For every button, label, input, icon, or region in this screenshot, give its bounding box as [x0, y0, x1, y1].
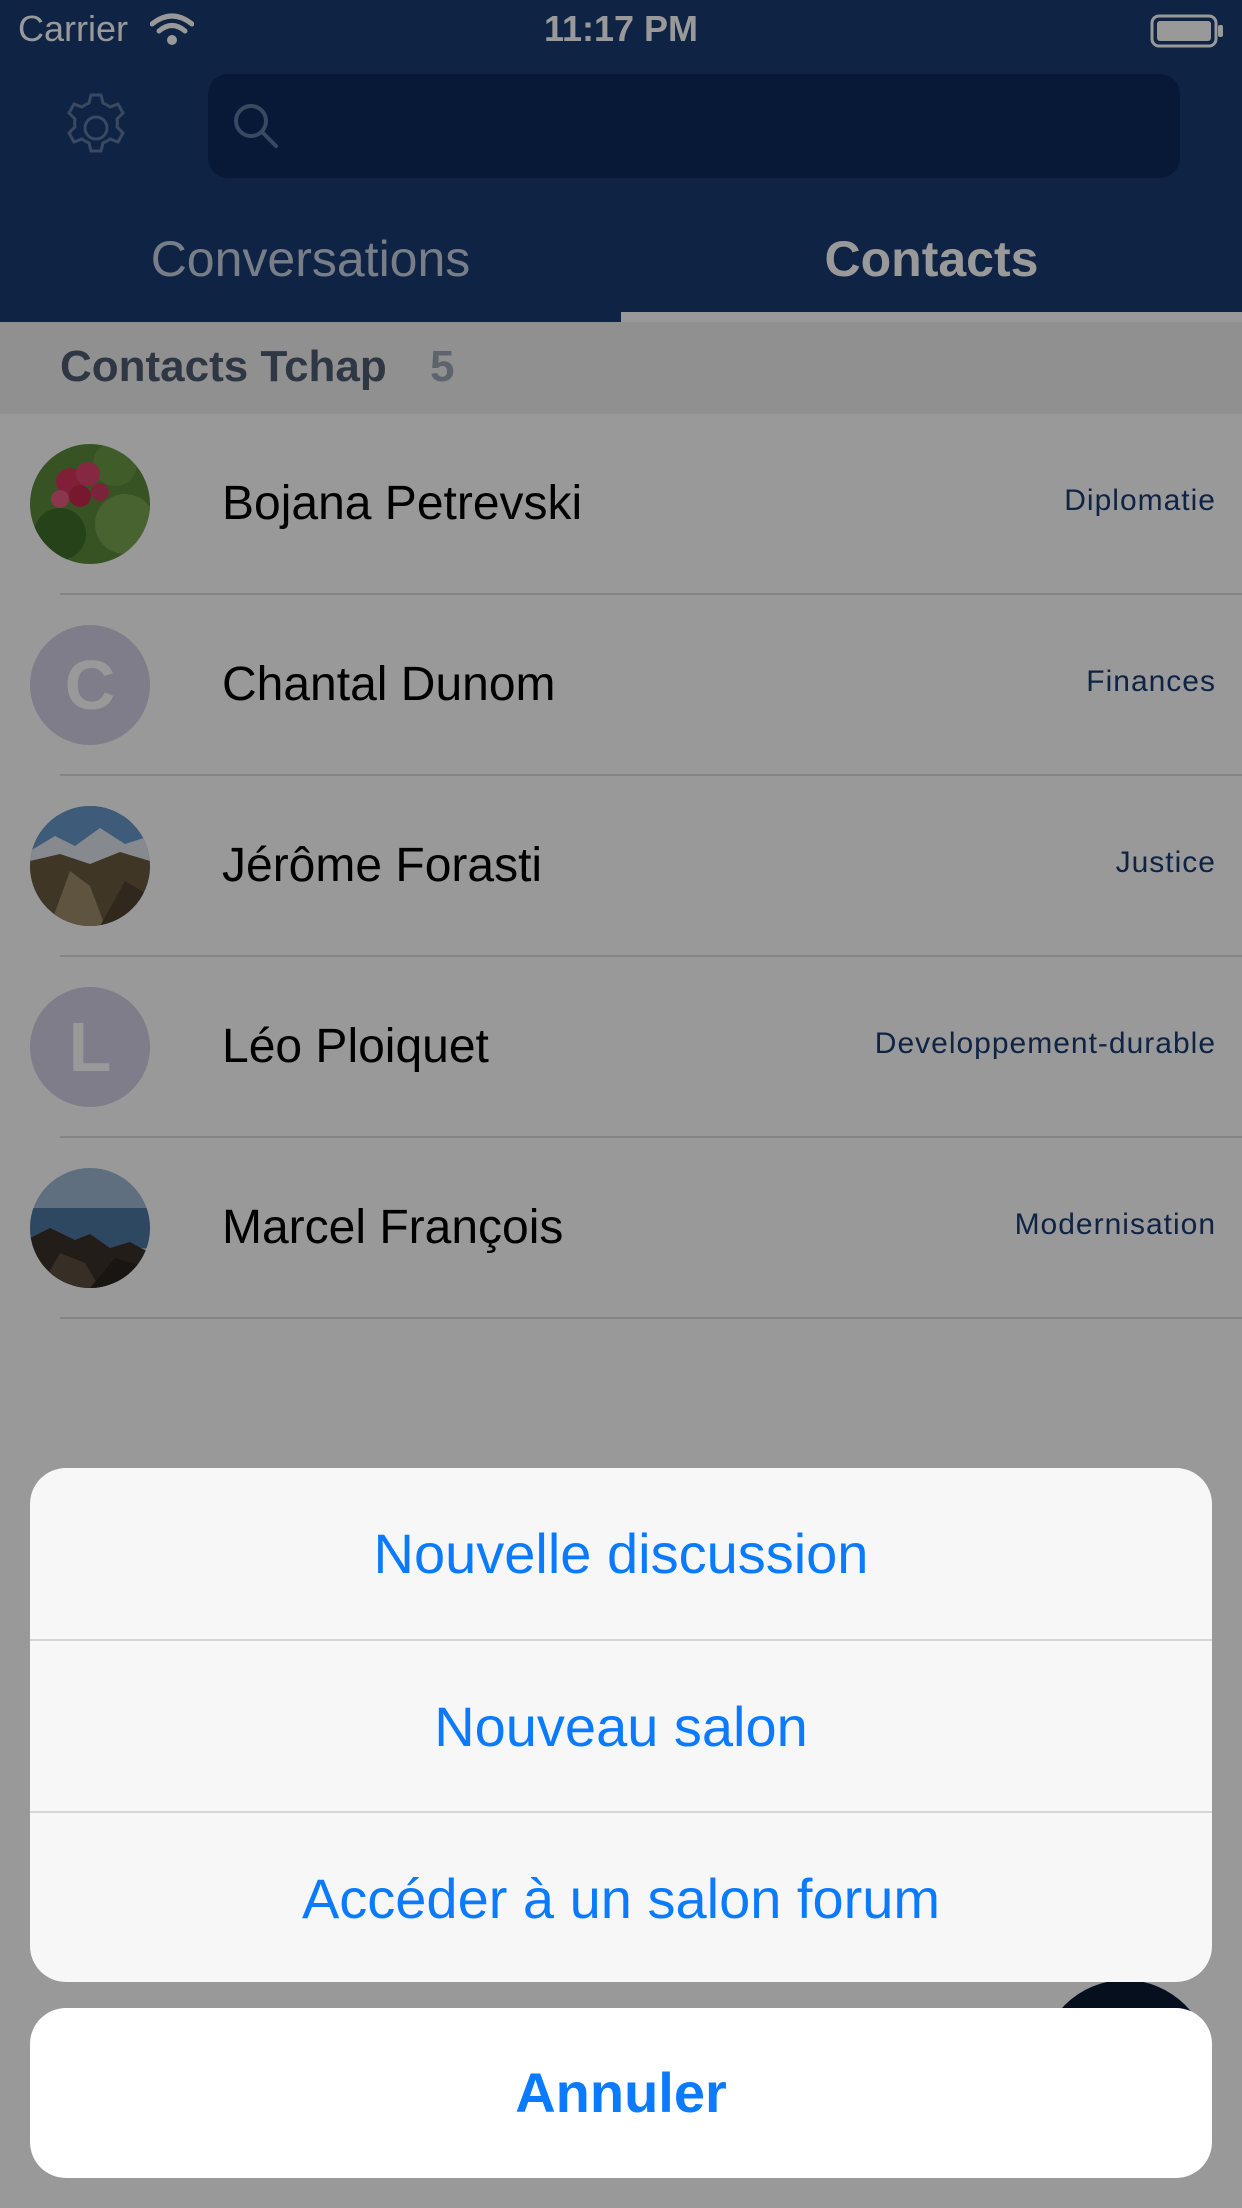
new-discussion-button[interactable]: Nouvelle discussion — [30, 1468, 1212, 1639]
join-forum-room-button[interactable]: Accéder à un salon forum — [30, 1813, 1212, 1982]
app-screen: Carrier 11:17 PM Conversations Contacts … — [0, 0, 1242, 2208]
new-room-button[interactable]: Nouveau salon — [30, 1641, 1212, 1812]
action-sheet: Nouvelle discussion Nouveau salon Accéde… — [30, 1468, 1212, 1982]
cancel-button[interactable]: Annuler — [30, 2008, 1212, 2178]
